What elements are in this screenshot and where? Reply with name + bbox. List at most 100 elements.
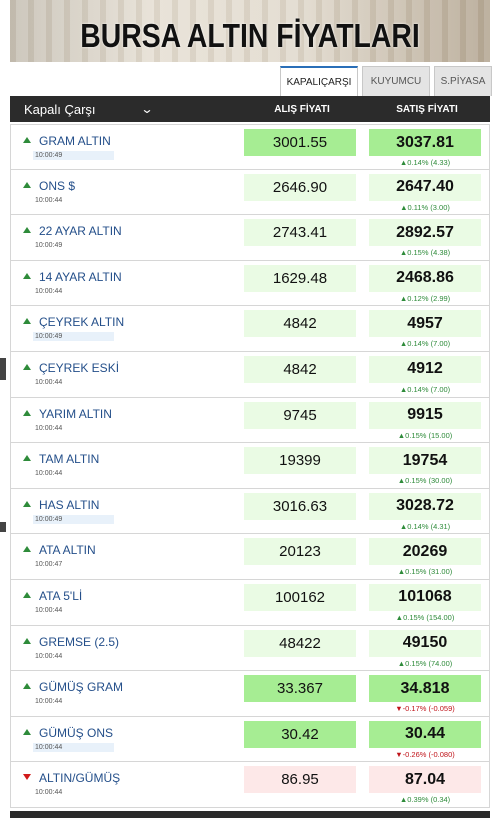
table-row[interactable]: 14 AYAR ALTIN 10:00:44 1629.48 2468.86 ▲0.12… xyxy=(10,260,490,307)
sell-price: 101068 xyxy=(369,583,481,611)
banner-title: BURSA ALTIN FİYATLARI xyxy=(80,17,420,54)
asset-name[interactable]: ONS $ xyxy=(39,179,75,193)
update-time: 10:00:44 xyxy=(35,652,63,660)
asset-name[interactable]: GRAM ALTIN xyxy=(39,134,111,148)
table-header: Kapalı Çarşı ⌄ ALIŞ FİYATI SATIŞ FİYATI xyxy=(10,96,490,122)
sell-price: 4957 xyxy=(369,310,481,338)
sell-price: 20269 xyxy=(369,538,481,566)
sell-price: 49150 xyxy=(369,629,481,657)
update-time: 10:00:44 xyxy=(35,470,63,478)
arrow-up-icon xyxy=(23,137,31,143)
buy-column-header: ALIŞ FİYATI xyxy=(274,103,330,115)
tab-serbest-piyasa[interactable]: S.PİYASA xyxy=(434,66,492,96)
price-change: ▲0.15% (31.00) xyxy=(397,567,453,577)
price-table: GRAM ALTIN 10:00:49 3001.55 3037.81 ▲0.14% (… xyxy=(10,124,490,808)
table-row[interactable]: ONS $ 10:00:44 2646.90 2647.40 ▲0.11% (3.00) xyxy=(10,169,490,216)
table-row[interactable]: HAS ALTIN 10:00:49 3016.63 3028.72 ▲0.14% (4… xyxy=(10,488,490,535)
table-row[interactable]: GREMSE (2.5) 10:00:44 48422 49150 ▲0.15% (74… xyxy=(10,625,490,672)
arrow-up-icon xyxy=(23,181,31,188)
buy-price: 9745 xyxy=(244,401,356,429)
asset-name[interactable]: GREMSE (2.5) xyxy=(39,635,119,649)
buy-price: 19399 xyxy=(244,447,356,475)
arrow-down-icon xyxy=(23,774,31,781)
left-edge-bar xyxy=(0,358,6,380)
sell-price: 34.818 xyxy=(369,675,481,703)
price-change: ▲0.39% (0.34) xyxy=(399,795,451,805)
asset-name[interactable]: ATA ALTIN xyxy=(39,543,96,557)
price-change: ▲0.14% (7.00) xyxy=(399,384,451,394)
price-change: ▲0.14% (4.31) xyxy=(399,521,451,531)
buy-price: 2646.90 xyxy=(244,173,356,201)
buy-price: 86.95 xyxy=(244,766,356,794)
arrow-up-icon xyxy=(23,318,31,325)
table-row[interactable]: GRAM ALTIN 10:00:49 3001.55 3037.81 ▲0.14% (… xyxy=(10,124,490,170)
update-time: 10:00:49 xyxy=(33,332,114,342)
price-change: ▲0.11% (3.00) xyxy=(400,202,450,212)
update-time: 10:00:49 xyxy=(33,514,114,524)
price-change: ▲0.15% (74.00) xyxy=(397,658,453,668)
arrow-up-icon xyxy=(23,500,31,507)
gold-price-widget: BURSA ALTIN FİYATLARI KAPALIÇARŞI KUYUMC… xyxy=(0,0,498,818)
asset-name[interactable]: ATA 5'Lİ xyxy=(39,589,82,603)
asset-name[interactable]: 14 AYAR ALTIN xyxy=(39,270,122,284)
price-change: ▲0.15% (30.00) xyxy=(397,476,453,486)
sell-price: 87.04 xyxy=(369,766,481,794)
arrow-up-icon xyxy=(23,409,31,416)
asset-name[interactable]: 22 AYAR ALTIN xyxy=(39,224,122,238)
asset-name[interactable]: ÇEYREK ALTIN xyxy=(39,315,124,329)
price-change: ▲0.15% (15.00) xyxy=(397,430,453,440)
asset-name[interactable]: GÜMÜŞ ONS xyxy=(39,726,113,740)
buy-price: 100162 xyxy=(244,583,356,611)
arrow-up-icon xyxy=(23,227,31,234)
update-time: 10:00:44 xyxy=(33,742,114,752)
tab-kuyumcu[interactable]: KUYUMCU xyxy=(362,66,430,96)
price-change: ▲0.12% (2.99) xyxy=(399,293,451,303)
buy-price: 4842 xyxy=(244,310,356,338)
table-row[interactable]: ÇEYREK ALTIN 10:00:49 4842 4957 ▲0.14% (7.00… xyxy=(10,306,490,352)
update-time: 10:00:44 xyxy=(35,287,63,295)
table-row[interactable]: GÜMÜŞ GRAM 10:00:44 33.367 34.818 ▼-0.17% (-… xyxy=(10,671,490,717)
buy-price: 33.367 xyxy=(244,675,356,703)
asset-name[interactable]: ALTIN/GÜMÜŞ xyxy=(39,771,120,785)
sell-price: 2647.40 xyxy=(369,173,481,201)
buy-price: 3001.55 xyxy=(244,129,356,156)
buy-price: 48422 xyxy=(244,629,356,657)
buy-price: 30.42 xyxy=(244,720,356,748)
sell-price: 9915 xyxy=(369,401,481,429)
table-row[interactable]: 22 AYAR ALTIN 10:00:49 2743.41 2892.57 ▲0.15… xyxy=(10,215,490,261)
arrow-up-icon xyxy=(23,591,31,598)
price-change: ▲0.15% (4.38) xyxy=(399,248,451,258)
market-select[interactable]: Kapalı Çarşı ⌄ xyxy=(10,102,242,117)
update-time: 10:00:49 xyxy=(35,242,63,250)
buy-price: 3016.63 xyxy=(244,492,356,520)
sell-price: 4912 xyxy=(369,355,481,383)
asset-name[interactable]: HAS ALTIN xyxy=(39,498,99,512)
table-row[interactable]: ATA ALTIN 10:00:47 20123 20269 ▲0.15% (31.00… xyxy=(10,534,490,580)
asset-name[interactable]: YARIM ALTIN xyxy=(39,407,112,421)
table-row[interactable]: ÇEYREK ESKİ 10:00:44 4842 4912 ▲0.14% (7.00) xyxy=(10,351,490,398)
table-row[interactable]: ATA 5'Lİ 10:00:44 100162 101068 ▲0.15% (154.… xyxy=(10,579,490,626)
asset-name[interactable]: ÇEYREK ESKİ xyxy=(39,361,119,375)
buy-price: 20123 xyxy=(244,538,356,566)
market-tabs: KAPALIÇARŞI KUYUMCU S.PİYASA xyxy=(280,66,492,96)
header-banner: BURSA ALTIN FİYATLARI xyxy=(10,0,490,62)
chevron-down-icon: ⌄ xyxy=(140,102,154,116)
update-time: 10:00:44 xyxy=(35,378,63,386)
price-change: ▲0.14% (4.33) xyxy=(399,158,451,167)
price-change: ▲0.15% (154.00) xyxy=(395,612,455,622)
asset-name[interactable]: TAM ALTIN xyxy=(39,452,99,466)
arrow-up-icon xyxy=(23,272,31,279)
asset-name[interactable]: GÜMÜŞ GRAM xyxy=(39,680,123,694)
tab-kapalicarsi[interactable]: KAPALIÇARŞI xyxy=(280,66,358,96)
table-row[interactable]: ALTIN/GÜMÜŞ 10:00:44 86.95 87.04 ▲0.39% (0.3… xyxy=(10,762,490,808)
arrow-up-icon xyxy=(23,546,31,553)
table-row[interactable]: GÜMÜŞ ONS 10:00:44 30.42 30.44 ▼-0.26% (-0.0… xyxy=(10,716,490,763)
bottom-bar xyxy=(10,811,490,818)
sell-price: 30.44 xyxy=(369,720,481,748)
update-time: 10:00:44 xyxy=(35,698,63,706)
sell-price: 3028.72 xyxy=(369,492,481,520)
arrow-up-icon xyxy=(23,363,31,370)
table-row[interactable]: TAM ALTIN 10:00:44 19399 19754 ▲0.15% (30.00… xyxy=(10,443,490,489)
table-row[interactable]: YARIM ALTIN 10:00:44 9745 9915 ▲0.15% (15.00… xyxy=(10,397,490,444)
arrow-up-icon xyxy=(23,683,31,690)
